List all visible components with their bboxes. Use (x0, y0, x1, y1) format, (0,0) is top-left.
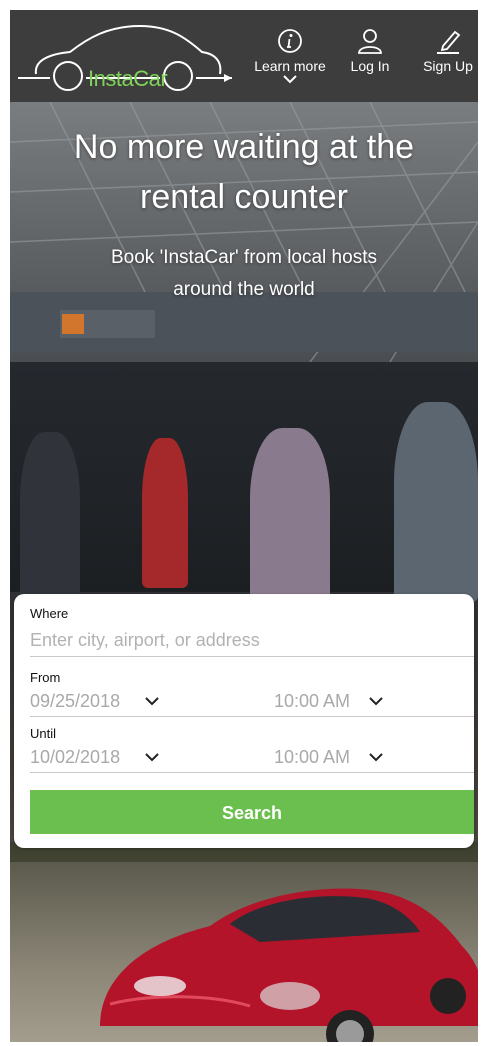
booth-logo-image (62, 314, 84, 334)
until-date-value: 10/02/2018 (30, 747, 121, 767)
hero-title-line2: rental counter (140, 178, 348, 216)
nav-sign-up-label: Sign Up (423, 58, 473, 74)
brand-name: InstaCar (88, 66, 168, 91)
hero-title: No more waiting at the rental counter (10, 122, 478, 222)
pen-signup-icon (437, 30, 461, 54)
nav-learn-more[interactable]: Learn more (248, 28, 332, 98)
info-icon (278, 29, 302, 53)
person-image (250, 428, 330, 604)
hero-subtitle-line2: around the world (173, 279, 315, 300)
nav-log-in[interactable]: Log In (342, 28, 398, 98)
chevron-down-icon (145, 697, 159, 706)
where-underline (30, 656, 474, 657)
from-date-select[interactable]: 09/25/2018 (30, 688, 170, 714)
person-image (20, 432, 80, 602)
person-image (142, 438, 188, 588)
where-input[interactable] (30, 626, 474, 654)
user-icon (358, 29, 382, 54)
chevron-down-icon (369, 697, 383, 706)
app-frame: InstaCar Learn more Log In Sign Up No mo… (10, 10, 478, 1042)
search-button[interactable]: Search (30, 790, 474, 834)
from-time-value: 10:00 AM (274, 691, 351, 711)
until-time-select[interactable]: 10:00 AM (274, 744, 394, 770)
chevron-down-icon (145, 753, 159, 762)
from-time-select[interactable]: 10:00 AM (274, 688, 394, 714)
until-time-value: 10:00 AM (274, 747, 351, 767)
red-sports-car-image (100, 888, 478, 1042)
nav-sign-up[interactable]: Sign Up (418, 28, 478, 98)
from-underline (30, 716, 474, 717)
chevron-down-icon (369, 753, 383, 762)
until-label: Until (30, 726, 57, 741)
from-date-value: 09/25/2018 (30, 691, 121, 711)
where-label: Where (30, 606, 69, 621)
until-date-select[interactable]: 10/02/2018 (30, 744, 170, 770)
top-header: InstaCar Learn more Log In Sign Up (10, 10, 478, 102)
booking-search-card: Where From 09/25/2018 10:00 AM Until 10/… (14, 594, 474, 848)
hero-title-line1: No more waiting at the (73, 128, 415, 166)
from-label: From (30, 670, 61, 685)
nav-log-in-label: Log In (350, 58, 390, 74)
instacar-logo[interactable]: InstaCar (10, 16, 240, 96)
hero-subtitle: Book 'InstaCar' from local hosts around … (10, 242, 478, 306)
hero-subtitle-line1: Book 'InstaCar' from local hosts (111, 247, 377, 268)
chevron-down-icon (283, 75, 297, 84)
person-image (394, 402, 478, 602)
until-underline (30, 772, 474, 773)
nav-learn-more-label: Learn more (254, 58, 326, 74)
